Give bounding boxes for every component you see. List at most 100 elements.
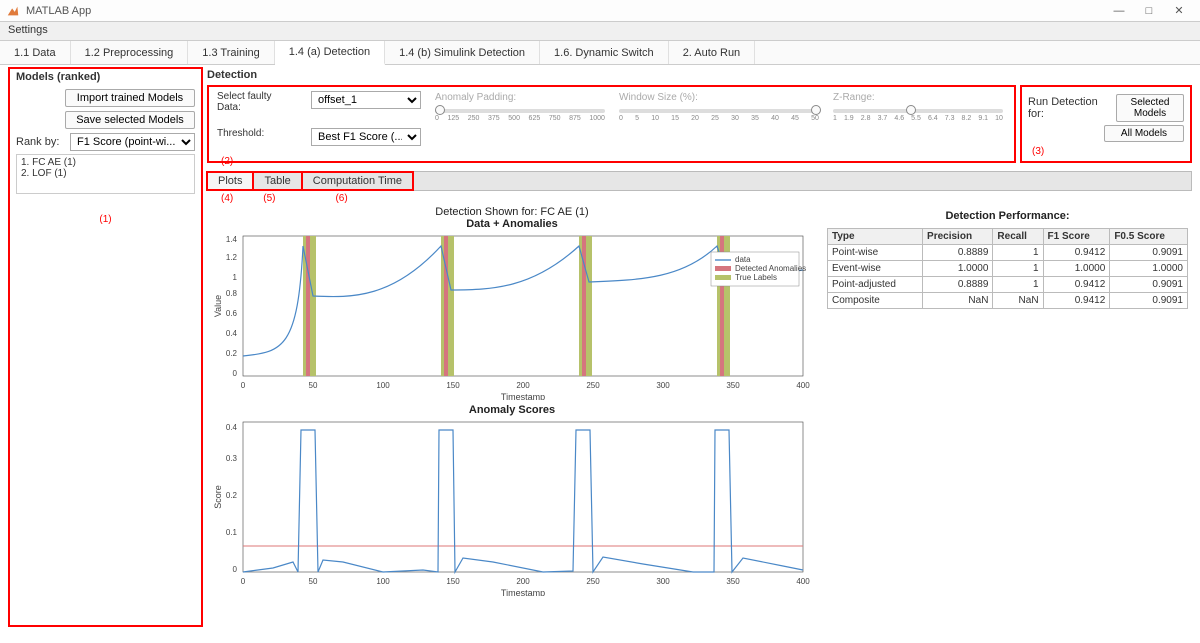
window-ticks: 05101520253035404550: [619, 115, 819, 122]
minimize-button[interactable]: —: [1104, 5, 1134, 17]
run-panel: Run Detection for:Selected Models All Mo…: [1020, 85, 1192, 163]
svg-text:0.4: 0.4: [226, 423, 238, 432]
svg-text:1.4: 1.4: [226, 235, 238, 244]
tab-preprocessing[interactable]: 1.2 Preprocessing: [71, 41, 189, 64]
close-button[interactable]: ✕: [1164, 4, 1194, 17]
svg-text:0.4: 0.4: [226, 329, 238, 338]
svg-text:1.2: 1.2: [226, 253, 238, 262]
subtabs: Plots Table Computation Time: [207, 171, 1192, 191]
zrange-slider[interactable]: [833, 109, 1003, 113]
perf-table: TypePrecisionRecallF1 ScoreF0.5 Score Po…: [827, 228, 1188, 309]
faulty-label: Select faulty Data:: [217, 91, 297, 113]
svg-text:Detected Anomalies: Detected Anomalies: [735, 264, 806, 273]
svg-text:0: 0: [241, 381, 246, 390]
svg-text:Timestamp: Timestamp: [501, 588, 545, 596]
detection-title: Detection: [207, 67, 1192, 83]
subtab-computation[interactable]: Computation Time: [301, 171, 414, 191]
svg-text:0: 0: [233, 565, 238, 574]
svg-text:0.2: 0.2: [226, 491, 238, 500]
model-item-2[interactable]: 2. LOF (1): [21, 168, 190, 179]
svg-text:200: 200: [516, 577, 530, 586]
chart-data-anomalies: 0 0.2 0.4 0.6 0.8 1 1.2 1.4 0 50 100 150 200 250 300 3…: [207, 230, 817, 400]
svg-text:Score: Score: [213, 485, 223, 509]
models-title: Models (ranked): [16, 69, 195, 85]
svg-text:1: 1: [233, 273, 238, 282]
svg-text:0.1: 0.1: [226, 528, 238, 537]
padding-label: Anomaly Padding:: [435, 92, 516, 103]
subtab-plots[interactable]: Plots: [206, 171, 254, 191]
tab-auto-run[interactable]: 2. Auto Run: [669, 41, 756, 64]
svg-text:350: 350: [726, 381, 740, 390]
model-item-1[interactable]: 1. FC AE (1): [21, 157, 190, 168]
svg-text:50: 50: [309, 381, 318, 390]
matlab-icon: [6, 4, 20, 18]
tab-detection-b[interactable]: 1.4 (b) Simulink Detection: [385, 41, 540, 64]
model-list[interactable]: 1. FC AE (1) 2. LOF (1): [16, 154, 195, 194]
menu-bar: Settings: [0, 22, 1200, 41]
selected-models-button[interactable]: Selected Models: [1116, 94, 1184, 122]
menu-settings[interactable]: Settings: [8, 24, 48, 36]
shown-for-label: Detection Shown for: FC AE (1): [207, 206, 817, 218]
zrange-label: Z-Range:: [833, 92, 875, 103]
table-row: Point-adjusted0.888910.94120.9091: [828, 277, 1188, 293]
svg-text:0: 0: [241, 577, 246, 586]
rank-by-select[interactable]: F1 Score (point-wi...: [70, 133, 195, 151]
svg-text:0.6: 0.6: [226, 309, 238, 318]
svg-text:50: 50: [309, 577, 318, 586]
svg-text:250: 250: [586, 577, 600, 586]
main-tabs: 1.1 Data 1.2 Preprocessing 1.3 Training …: [0, 41, 1200, 65]
window-label: Window Size (%):: [619, 92, 698, 103]
svg-text:True Labels: True Labels: [735, 273, 777, 282]
svg-text:0.2: 0.2: [226, 349, 238, 358]
svg-text:200: 200: [516, 381, 530, 390]
subtab-table[interactable]: Table: [252, 171, 302, 191]
import-models-button[interactable]: Import trained Models: [65, 89, 195, 107]
svg-text:150: 150: [446, 381, 460, 390]
tab-training[interactable]: 1.3 Training: [188, 41, 274, 64]
svg-text:250: 250: [586, 381, 600, 390]
annotation-4: (4): [221, 193, 233, 204]
svg-text:150: 150: [446, 577, 460, 586]
title-bar: MATLAB App — □ ✕: [0, 0, 1200, 22]
svg-text:Value: Value: [213, 295, 223, 317]
svg-text:350: 350: [726, 577, 740, 586]
tab-detection-a[interactable]: 1.4 (a) Detection: [275, 41, 385, 65]
save-models-button[interactable]: Save selected Models: [65, 111, 195, 129]
svg-text:400: 400: [796, 577, 810, 586]
svg-text:0.8: 0.8: [226, 289, 238, 298]
zrange-ticks: 11.92.83.74.65.56.47.38.29.110: [833, 115, 1003, 122]
annotation-5: (5): [263, 193, 275, 204]
svg-text:100: 100: [376, 381, 390, 390]
chart-anomaly-scores: 0 0.1 0.2 0.3 0.4 0 50 100 150 200 250 300 350 400 T…: [207, 416, 817, 596]
annotation-3: (3): [1032, 146, 1184, 157]
window-title: MATLAB App: [26, 5, 1104, 17]
svg-text:100: 100: [376, 577, 390, 586]
window-slider[interactable]: [619, 109, 819, 113]
tab-dynamic-switch[interactable]: 1.6. Dynamic Switch: [540, 41, 669, 64]
svg-text:data: data: [735, 255, 751, 264]
threshold-label: Threshold:: [217, 128, 297, 139]
annotation-6: (6): [335, 193, 347, 204]
rank-by-label: Rank by:: [16, 136, 66, 148]
svg-text:300: 300: [656, 381, 670, 390]
svg-text:0: 0: [233, 369, 238, 378]
chart1-title: Data + Anomalies: [207, 218, 817, 230]
threshold-select[interactable]: Best F1 Score (...: [311, 128, 421, 146]
svg-text:300: 300: [656, 577, 670, 586]
padding-slider[interactable]: [435, 109, 605, 113]
run-for-label: Run Detection for:: [1028, 96, 1112, 120]
maximize-button[interactable]: □: [1134, 5, 1164, 17]
detection-params-panel: Select faulty Data: offset_1 Anomaly Pad…: [207, 85, 1016, 163]
svg-text:400: 400: [796, 381, 810, 390]
svg-text:Timestamp: Timestamp: [501, 392, 545, 400]
all-models-button[interactable]: All Models: [1104, 125, 1184, 142]
annotation-1: (1): [16, 214, 195, 225]
tab-data[interactable]: 1.1 Data: [0, 41, 71, 64]
table-row: CompositeNaNNaN0.94120.9091: [828, 293, 1188, 309]
padding-ticks: 01252503755006257508751000: [435, 115, 605, 122]
perf-title: Detection Performance:: [827, 210, 1188, 222]
models-panel: Models (ranked) Import trained Models Sa…: [8, 67, 203, 627]
table-row: Event-wise1.000011.00001.0000: [828, 261, 1188, 277]
faulty-select[interactable]: offset_1: [311, 91, 421, 109]
svg-text:0.3: 0.3: [226, 454, 238, 463]
